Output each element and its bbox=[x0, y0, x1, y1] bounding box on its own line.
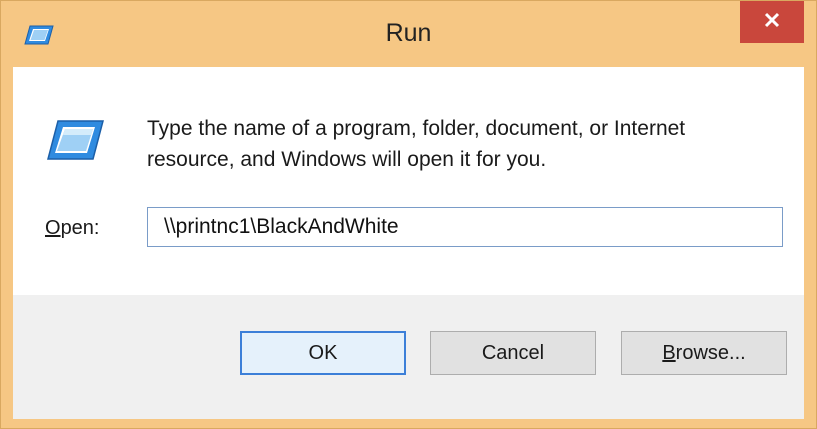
title-bar[interactable]: Run bbox=[1, 1, 816, 67]
open-label-text: pen: bbox=[60, 217, 100, 239]
run-dialog-window: Run Type the name of a program, folder, … bbox=[0, 0, 817, 429]
window-title: Run bbox=[385, 19, 432, 47]
open-input[interactable]: \\printnc1\BlackAndWhite bbox=[147, 207, 783, 247]
browse-accelerator: B bbox=[662, 341, 676, 364]
description-line: resource, and Windows will open it for y… bbox=[147, 148, 547, 171]
button-bar: OK Cancel Browse... bbox=[13, 295, 804, 419]
dialog-content: Type the name of a program, folder, docu… bbox=[13, 67, 804, 419]
browse-label: rowse... bbox=[675, 341, 746, 364]
description-line: Type the name of a program, folder, docu… bbox=[147, 117, 686, 140]
run-icon bbox=[45, 117, 105, 163]
cancel-button[interactable]: Cancel bbox=[430, 331, 596, 375]
open-label: Open: bbox=[45, 217, 100, 240]
browse-button[interactable]: Browse... bbox=[621, 331, 787, 375]
open-label-accelerator: O bbox=[45, 217, 61, 239]
close-icon bbox=[763, 11, 781, 34]
ok-button[interactable]: OK bbox=[240, 331, 406, 375]
close-button[interactable] bbox=[740, 1, 804, 43]
dialog-description: Type the name of a program, folder, docu… bbox=[147, 113, 787, 175]
